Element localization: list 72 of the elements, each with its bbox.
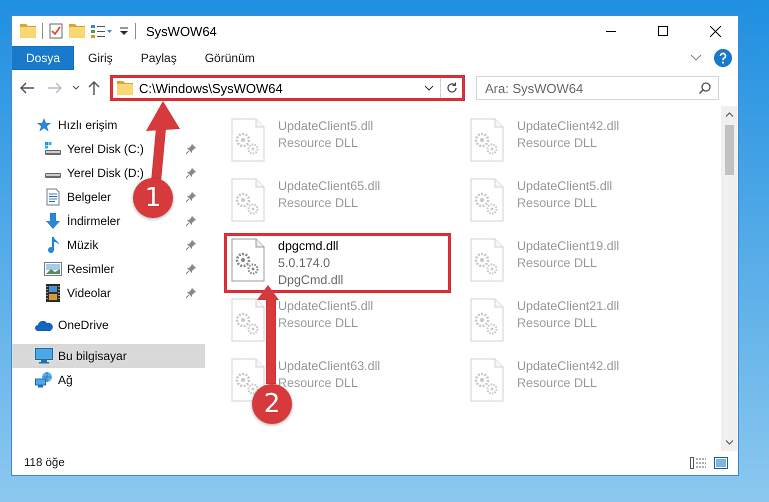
dropdown-icon[interactable] bbox=[424, 85, 434, 91]
item-count: 118 öğe bbox=[24, 457, 65, 469]
help-icon[interactable] bbox=[714, 49, 732, 67]
ribbon-tab[interactable]: Giriş bbox=[74, 46, 127, 70]
drive-icon bbox=[44, 173, 62, 179]
refresh-icon[interactable] bbox=[446, 82, 458, 94]
folder-icon bbox=[117, 81, 133, 95]
details-view-icon[interactable] bbox=[690, 457, 706, 469]
dll-file-icon bbox=[231, 118, 265, 162]
view-options-icon[interactable] bbox=[91, 24, 113, 38]
file-detail: Resource DLL bbox=[278, 195, 358, 212]
dll-file-icon bbox=[231, 238, 265, 282]
window-title: SysWOW64 bbox=[146, 24, 217, 38]
ribbon-tab[interactable]: Görünüm bbox=[190, 46, 269, 70]
back-arrow-icon[interactable] bbox=[20, 82, 34, 94]
dll-file-icon bbox=[231, 178, 265, 222]
document-icon bbox=[45, 188, 61, 206]
file-detail: 5.0.174.0 bbox=[278, 255, 330, 272]
address-bar[interactable]: C:\Windows\SysWOW64 bbox=[110, 75, 465, 101]
file-detail: Resource DLL bbox=[278, 315, 358, 332]
expand-ribbon-icon[interactable] bbox=[690, 54, 702, 62]
network-icon bbox=[35, 372, 53, 388]
address-path: C:\Windows\SysWOW64 bbox=[138, 80, 284, 96]
file-detail: Resource DLL bbox=[517, 135, 597, 152]
search-field[interactable]: Ara: SysWOW64 bbox=[476, 76, 719, 100]
dll-file-icon bbox=[231, 298, 265, 342]
scrollbar-thumb[interactable] bbox=[725, 125, 734, 175]
recent-locations-icon[interactable] bbox=[72, 85, 80, 91]
file-tile[interactable]: dpgcmd.dll 5.0.174.0 DpgCmd.dll bbox=[224, 233, 451, 293]
sidebar-item[interactable]: Videolar bbox=[12, 281, 117, 305]
dll-file-icon bbox=[470, 118, 504, 162]
drive-icon bbox=[44, 142, 62, 156]
film-icon bbox=[46, 284, 60, 302]
file-detail: Resource DLL bbox=[517, 375, 597, 392]
minimize-icon[interactable] bbox=[606, 30, 616, 32]
sidebar-item[interactable]: Hızlı erişim bbox=[12, 113, 124, 137]
monitor-icon bbox=[35, 348, 53, 364]
ribbon-tab[interactable]: Paylaş bbox=[126, 46, 191, 70]
caret-down-icon[interactable] bbox=[725, 440, 734, 445]
sidebar-item[interactable]: İndirmeler bbox=[12, 209, 126, 233]
file-detail: DpgCmd.dll bbox=[278, 272, 344, 289]
maximize-icon[interactable] bbox=[658, 26, 668, 36]
music-note-icon bbox=[46, 236, 60, 254]
sidebar-item[interactable]: Müzik bbox=[12, 233, 104, 257]
caret-up-icon[interactable] bbox=[725, 112, 734, 117]
cloud-icon bbox=[35, 319, 53, 331]
large-icons-view-icon[interactable] bbox=[714, 457, 728, 469]
file-detail: Resource DLL bbox=[517, 195, 597, 212]
sidebar-item[interactable]: OneDrive bbox=[12, 313, 115, 337]
dll-file-icon bbox=[470, 238, 504, 282]
dll-file-icon bbox=[470, 358, 504, 402]
dll-file-icon bbox=[470, 298, 504, 342]
image-icon bbox=[44, 262, 62, 276]
sidebar-item[interactable]: Ağ bbox=[12, 368, 79, 392]
file-detail: Resource DLL bbox=[517, 255, 597, 272]
customize-toolbar-icon[interactable] bbox=[119, 26, 129, 36]
search-icon[interactable] bbox=[699, 82, 711, 94]
sidebar-item[interactable]: Resimler bbox=[12, 257, 120, 281]
up-arrow-icon[interactable] bbox=[88, 81, 100, 95]
download-icon bbox=[45, 212, 61, 230]
file-name: dpgcmd.dll bbox=[278, 238, 338, 255]
sidebar-item[interactable]: Bu bilgisayar bbox=[12, 344, 205, 368]
ribbon-tab[interactable]: Dosya bbox=[12, 46, 74, 70]
sidebar-item[interactable]: Belgeler bbox=[12, 185, 118, 209]
file-detail: Resource DLL bbox=[278, 135, 358, 152]
dll-file-icon bbox=[231, 358, 265, 402]
file-detail: Resource DLL bbox=[517, 315, 597, 332]
dll-file-icon bbox=[470, 178, 504, 222]
properties-icon[interactable] bbox=[49, 23, 63, 39]
sidebar-item[interactable]: Yerel Disk (C:) bbox=[12, 137, 150, 161]
star-icon bbox=[36, 117, 52, 133]
close-icon[interactable] bbox=[710, 26, 720, 36]
